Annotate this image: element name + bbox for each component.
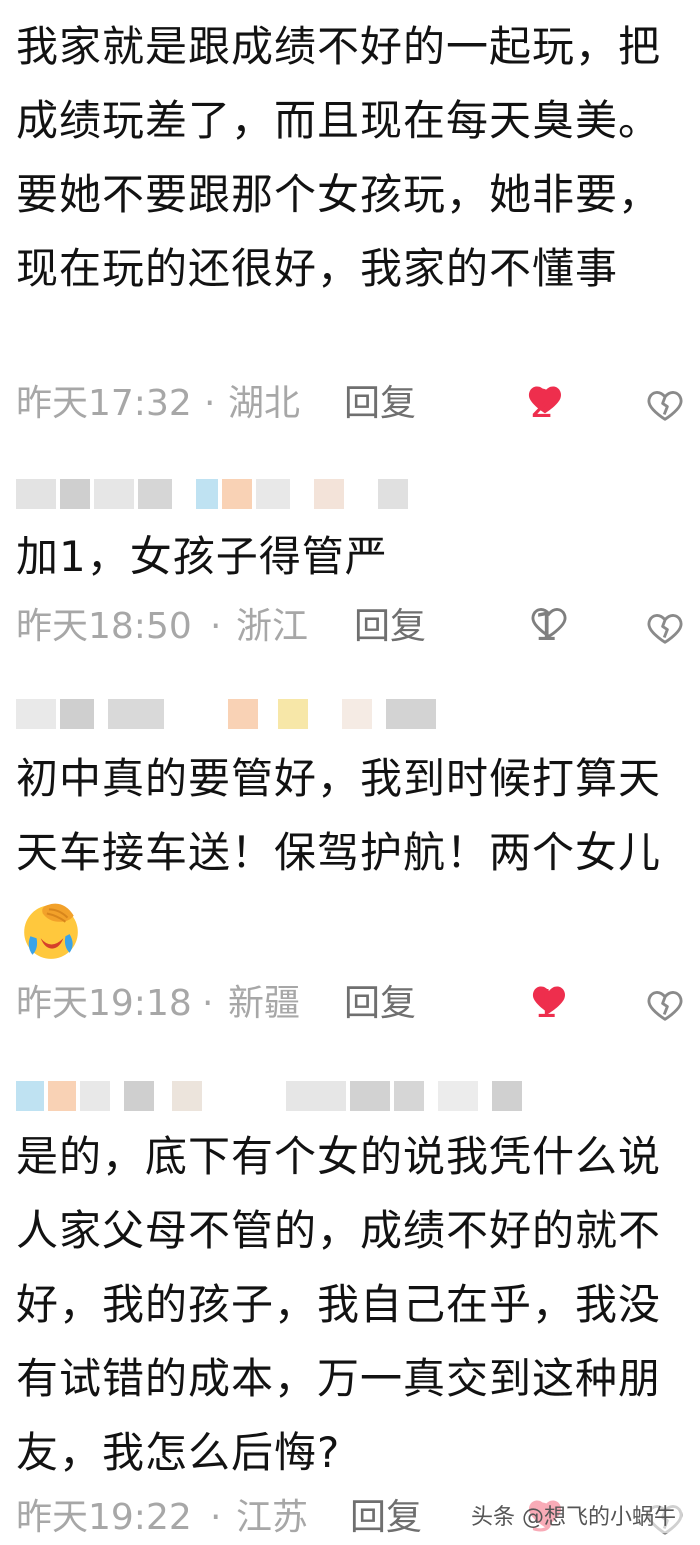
watermark: 头条 @想飞的小蜗牛: [465, 1497, 682, 1533]
like-button[interactable]: 1: [530, 603, 568, 649]
like-button[interactable]: 1: [530, 980, 568, 1026]
broken-heart-icon[interactable]: [646, 986, 684, 1024]
comment-text: 我家就是跟成绩不好的一起玩，把成绩玩差了，而且现在每天臭美。要她不要跟那个女孩玩…: [16, 22, 662, 293]
like-count: 1: [534, 605, 559, 649]
comment-location: 湖北: [228, 383, 301, 424]
like-count: 2: [530, 382, 555, 426]
facepalm-crying-emoji: [24, 903, 78, 959]
comment-time: 昨天17:32: [16, 383, 192, 424]
like-count: 1: [534, 982, 559, 1026]
meta-dot: ·: [202, 983, 214, 1024]
like-button[interactable]: 2: [526, 380, 564, 426]
reply-button[interactable]: 回复: [344, 980, 416, 1028]
reply-button[interactable]: 回复: [344, 380, 416, 428]
comment-time: 昨天19:22: [16, 1497, 192, 1538]
comment-meta: 昨天18:50 · 浙江 回复 1: [16, 603, 700, 651]
reply-button[interactable]: 回复: [354, 603, 426, 651]
comment-meta: 昨天19:18 · 新疆 回复 1: [16, 980, 700, 1028]
meta-dot: ·: [210, 606, 222, 647]
comment-location: 江苏: [236, 1497, 309, 1538]
comment-meta: 昨天17:32 · 湖北 回复 2: [16, 380, 700, 428]
reply-button[interactable]: 回复: [350, 1494, 422, 1542]
username-blurred[interactable]: [16, 1072, 522, 1120]
comment-text: 加1，女孩子得管严: [16, 532, 388, 581]
comment-text: 初中真的要管好，我到时候打算天天车接车送！保驾护航！两个女儿: [16, 742, 681, 964]
comment-time: 昨天19:18: [16, 983, 192, 1024]
comment-location: 新疆: [228, 983, 301, 1024]
comment-text: 是的，底下有个女的说我凭什么说人家父母不管的，成绩不好的就不好，我的孩子，我自己…: [16, 1132, 662, 1477]
broken-heart-icon[interactable]: [646, 386, 684, 424]
comment-location: 浙江: [236, 606, 309, 647]
broken-heart-icon[interactable]: [646, 609, 684, 647]
meta-dot: ·: [210, 1497, 222, 1538]
meta-dot: ·: [204, 383, 216, 424]
username-blurred[interactable]: [16, 690, 436, 738]
username-blurred[interactable]: [16, 470, 408, 518]
comment-time: 昨天18:50: [16, 606, 192, 647]
comment-text-body: 初中真的要管好，我到时候打算天天车接车送！保驾护航！两个女儿: [16, 754, 662, 877]
